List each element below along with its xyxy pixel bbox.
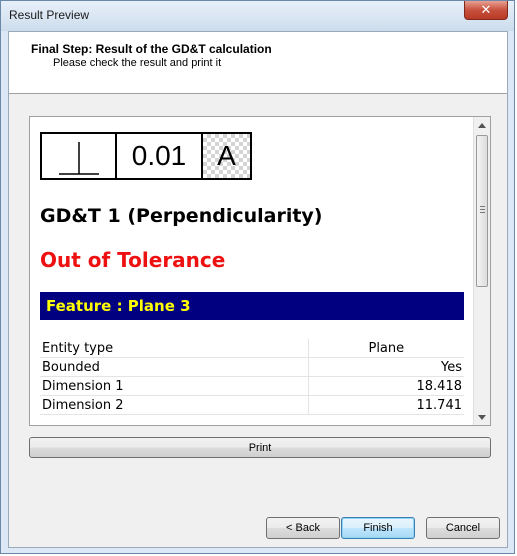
property-value: 11.741: [307, 395, 464, 415]
scroll-down-arrow[interactable]: [474, 409, 490, 425]
feature-control-frame: 0.01 A: [40, 132, 252, 180]
wizard-body: Final Step: Result of the GD&T calculati…: [8, 31, 508, 548]
window-title: Result Preview: [9, 8, 90, 22]
gdt-title: GD&T 1 (Perpendicularity): [40, 205, 323, 227]
finish-button[interactable]: Finish: [341, 517, 415, 539]
perpendicularity-icon: [42, 134, 117, 178]
table-row: Dimension 1 18.418: [40, 376, 464, 396]
property-value: Plane: [307, 339, 464, 358]
property-name: Dimension 2: [40, 395, 309, 415]
result-preview-window: Result Preview ✕ Final Step: Result of t…: [0, 0, 515, 554]
back-button[interactable]: < Back: [266, 517, 340, 539]
title-bar[interactable]: Result Preview ✕: [1, 1, 514, 31]
scroll-thumb[interactable]: [476, 135, 488, 287]
property-name: Dimension 1: [40, 376, 309, 396]
print-button[interactable]: Print: [29, 437, 491, 458]
wizard-header: Final Step: Result of the GD&T calculati…: [9, 32, 507, 94]
report-preview-pane[interactable]: 0.01 A GD&T 1 (Perpendicularity) Out of …: [29, 116, 491, 426]
feature-properties-table: Entity type Plane Bounded Yes Dimension …: [40, 339, 464, 415]
tolerance-status: Out of Tolerance: [40, 248, 226, 272]
table-row: Entity type Plane: [40, 339, 464, 358]
property-value: Yes: [307, 357, 464, 377]
chevron-up-icon: [478, 122, 486, 128]
property-name: Entity type: [40, 339, 309, 358]
table-row: Bounded Yes: [40, 357, 464, 377]
datum-reference: A: [203, 134, 250, 178]
property-value: 18.418: [307, 376, 464, 396]
feature-header: Feature : Plane 3: [40, 292, 464, 320]
step-title: Final Step: Result of the GD&T calculati…: [31, 42, 272, 56]
cancel-button[interactable]: Cancel: [426, 517, 500, 539]
close-button[interactable]: ✕: [464, 1, 508, 20]
property-name: Bounded: [40, 357, 309, 377]
close-icon: ✕: [480, 2, 492, 17]
tolerance-value: 0.01: [117, 134, 203, 178]
table-row: Dimension 2 11.741: [40, 395, 464, 415]
preview-scrollbar[interactable]: [473, 117, 490, 425]
step-subtitle: Please check the result and print it: [53, 57, 222, 69]
scroll-up-arrow[interactable]: [474, 117, 490, 133]
chevron-down-icon: [478, 414, 486, 420]
